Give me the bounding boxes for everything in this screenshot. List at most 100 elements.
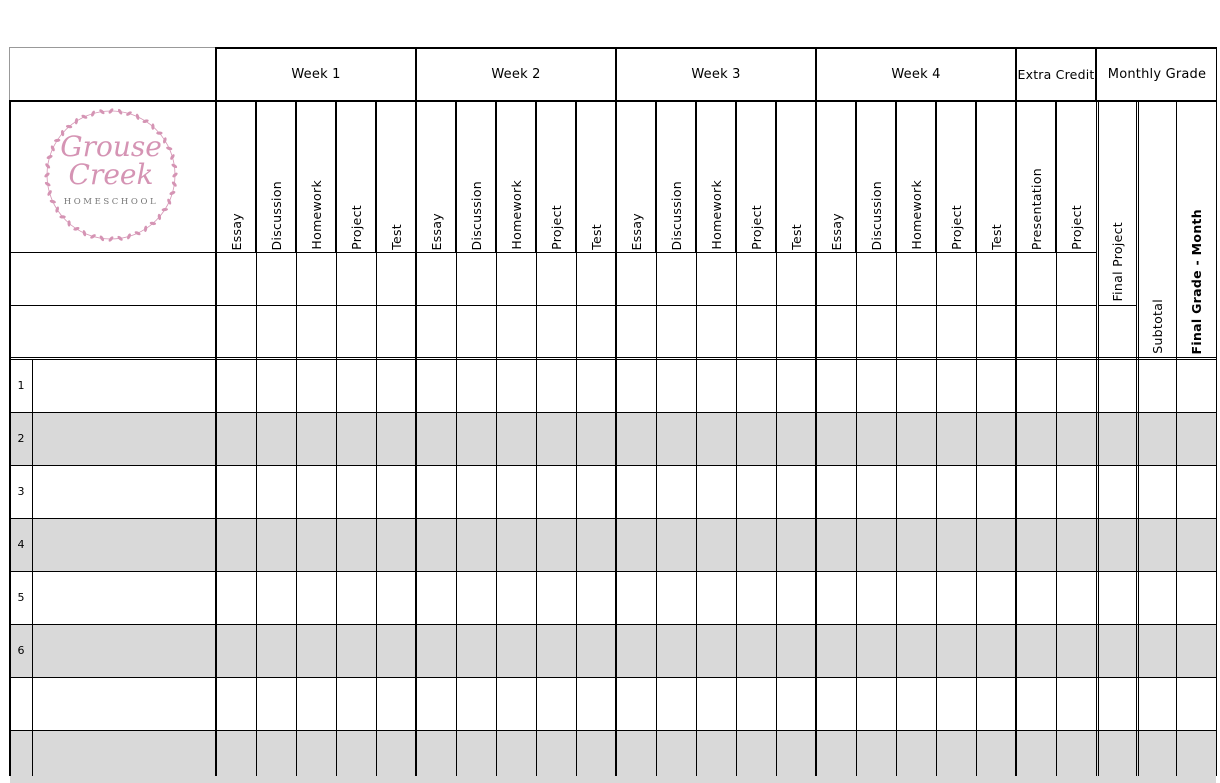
grade-cell[interactable] — [1096, 677, 1136, 730]
grade-cell[interactable] — [656, 677, 696, 730]
grade-cell[interactable] — [696, 359, 736, 412]
grade-cell[interactable] — [256, 677, 296, 730]
grade-cell[interactable] — [896, 571, 936, 624]
grade-cell[interactable] — [416, 571, 456, 624]
grade-cell[interactable] — [816, 571, 856, 624]
grade-cell[interactable] — [1096, 518, 1136, 571]
grade-cell[interactable] — [896, 730, 936, 783]
grade-cell[interactable] — [536, 730, 576, 783]
grade-cell[interactable] — [336, 624, 376, 677]
grade-cell[interactable] — [1096, 730, 1136, 783]
grade-cell[interactable] — [1176, 465, 1216, 518]
grade-cell[interactable] — [536, 412, 576, 465]
grade-cell[interactable] — [696, 412, 736, 465]
grade-cell[interactable] — [1176, 518, 1216, 571]
grade-cell[interactable] — [696, 518, 736, 571]
grade-cell[interactable] — [656, 465, 696, 518]
grade-cell[interactable] — [216, 571, 256, 624]
grade-cell[interactable] — [696, 677, 736, 730]
grade-cell[interactable] — [656, 412, 696, 465]
grade-cell[interactable] — [816, 465, 856, 518]
grade-cell[interactable] — [416, 677, 456, 730]
grade-cell[interactable] — [336, 412, 376, 465]
grade-cell[interactable] — [296, 571, 336, 624]
grade-cell[interactable] — [296, 677, 336, 730]
grade-cell[interactable] — [256, 730, 296, 783]
grade-cell[interactable] — [1176, 412, 1216, 465]
grade-cell[interactable] — [1136, 412, 1176, 465]
grade-cell[interactable] — [616, 571, 656, 624]
grade-cell[interactable] — [496, 677, 536, 730]
grade-cell[interactable] — [856, 624, 896, 677]
grade-cell[interactable] — [376, 465, 416, 518]
grade-cell[interactable] — [376, 518, 416, 571]
grade-cell[interactable] — [816, 730, 856, 783]
grade-cell[interactable] — [1056, 465, 1096, 518]
grade-cell[interactable] — [816, 624, 856, 677]
grade-cell[interactable] — [1056, 730, 1096, 783]
grade-cell[interactable] — [1176, 359, 1216, 412]
grade-cell[interactable] — [736, 359, 776, 412]
grade-cell[interactable] — [336, 730, 376, 783]
grade-cell[interactable] — [616, 730, 656, 783]
grade-cell[interactable] — [976, 624, 1016, 677]
grade-cell[interactable] — [576, 730, 616, 783]
grade-cell[interactable] — [1136, 359, 1176, 412]
grade-cell[interactable] — [616, 518, 656, 571]
grade-cell[interactable] — [776, 518, 816, 571]
grade-cell[interactable] — [1096, 571, 1136, 624]
grade-cell[interactable] — [576, 465, 616, 518]
grade-cell[interactable] — [496, 412, 536, 465]
grade-cell[interactable] — [456, 677, 496, 730]
grade-cell[interactable] — [776, 677, 816, 730]
grade-cell[interactable] — [536, 624, 576, 677]
grade-cell[interactable] — [496, 359, 536, 412]
grade-cell[interactable] — [976, 571, 1016, 624]
grade-cell[interactable] — [496, 730, 536, 783]
grade-cell[interactable] — [1056, 571, 1096, 624]
grade-cell[interactable] — [536, 359, 576, 412]
grade-cell[interactable] — [576, 677, 616, 730]
grade-cell[interactable] — [976, 412, 1016, 465]
grade-cell[interactable] — [1016, 730, 1056, 783]
grade-cell[interactable] — [1016, 518, 1056, 571]
grade-cell[interactable] — [856, 730, 896, 783]
grade-cell[interactable] — [656, 730, 696, 783]
grade-cell[interactable] — [696, 730, 736, 783]
grade-cell[interactable] — [736, 677, 776, 730]
grade-cell[interactable] — [976, 677, 1016, 730]
grade-cell[interactable] — [1136, 677, 1176, 730]
grade-cell[interactable] — [1016, 571, 1056, 624]
grade-cell[interactable] — [736, 412, 776, 465]
grade-cell[interactable] — [496, 571, 536, 624]
grade-cell[interactable] — [496, 465, 536, 518]
grade-cell[interactable] — [976, 359, 1016, 412]
grade-cell[interactable] — [576, 412, 616, 465]
grade-cell[interactable] — [416, 359, 456, 412]
grade-cell[interactable] — [456, 412, 496, 465]
grade-cell[interactable] — [1056, 412, 1096, 465]
grade-cell[interactable] — [216, 359, 256, 412]
grade-cell[interactable] — [976, 730, 1016, 783]
grade-cell[interactable] — [736, 730, 776, 783]
grade-cell[interactable] — [1056, 518, 1096, 571]
grade-cell[interactable] — [376, 730, 416, 783]
grade-cell[interactable] — [416, 518, 456, 571]
grade-cell[interactable] — [936, 412, 976, 465]
grade-cell[interactable] — [336, 359, 376, 412]
grade-cell[interactable] — [576, 624, 616, 677]
grade-cell[interactable] — [296, 624, 336, 677]
grade-cell[interactable] — [736, 465, 776, 518]
grade-cell[interactable] — [416, 624, 456, 677]
grade-cell[interactable] — [696, 624, 736, 677]
grade-cell[interactable] — [1136, 465, 1176, 518]
grade-cell[interactable] — [776, 412, 816, 465]
grade-cell[interactable] — [576, 571, 616, 624]
grade-cell[interactable] — [456, 571, 496, 624]
grade-cell[interactable] — [576, 518, 616, 571]
grade-cell[interactable] — [616, 624, 656, 677]
grade-cell[interactable] — [1136, 624, 1176, 677]
grade-cell[interactable] — [736, 571, 776, 624]
grade-cell[interactable] — [1056, 677, 1096, 730]
grade-cell[interactable] — [376, 624, 416, 677]
